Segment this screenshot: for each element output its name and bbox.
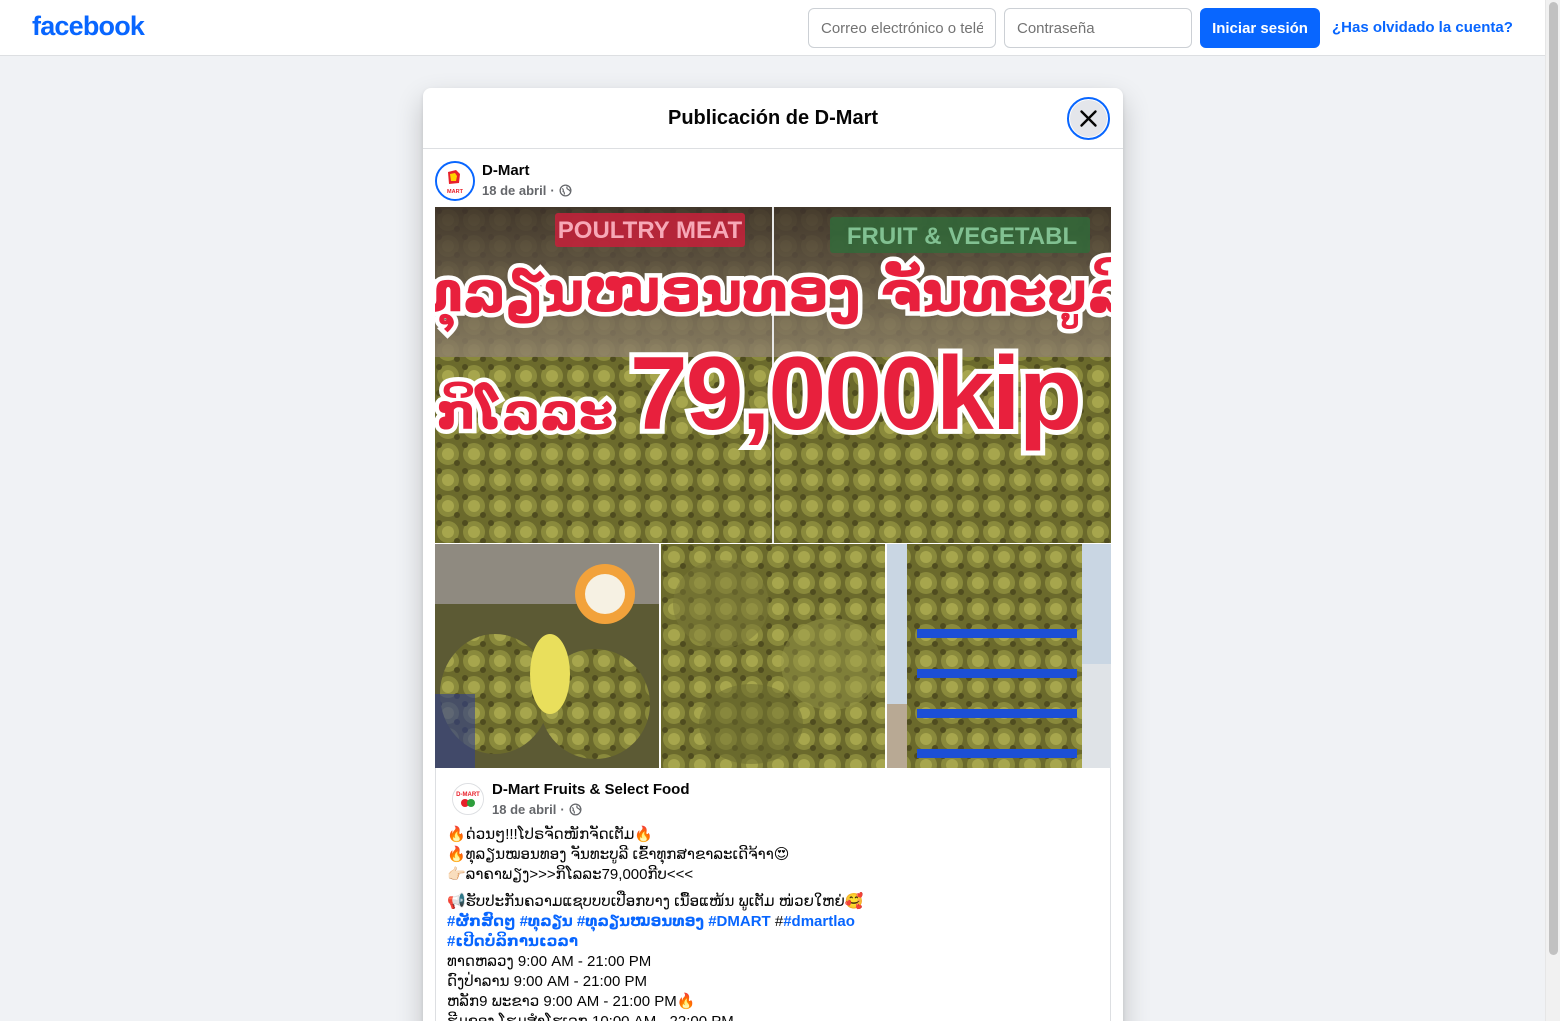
close-button[interactable] [1067, 97, 1110, 140]
globe-icon [559, 184, 572, 197]
facebook-logo[interactable]: facebook [32, 11, 145, 42]
svg-text:FRUIT & VEGETABL: FRUIT & VEGETABL [847, 223, 1077, 250]
top-navigation-bar: facebook Iniciar sesión ¿Has olvidado la… [0, 0, 1545, 56]
close-icon [1080, 110, 1097, 127]
post-text-line: 🔥ດ່ວນໆ!!!ໂປຣຈັດໜັກຈັດເຕັມ🔥 [447, 826, 654, 843]
hashtag-row: #ຜັກສົດໆ #ທຸລຽນ #ທຸລຽນໝອນທອງ #DMART ##dm… [447, 912, 855, 930]
dmart-fruits-logo: D-MART [453, 784, 483, 814]
login-button[interactable]: Iniciar sesión [1200, 8, 1320, 48]
meta-separator: · [560, 802, 565, 817]
hashtag-link[interactable]: #ທຸລຽນ [520, 913, 573, 930]
dmart-logo: MART [437, 163, 473, 199]
meta-separator: · [550, 183, 555, 198]
email-field[interactable] [808, 8, 996, 48]
hours-line: ທາດຫລວງ 9:00 AM - 21:00 PM [447, 953, 652, 970]
durian-truck-image [887, 544, 1111, 768]
durian-pile-image [661, 544, 885, 768]
hash-symbol: # [774, 913, 784, 930]
svg-text:POULTRY MEAT: POULTRY MEAT [558, 217, 743, 244]
hashtag-link[interactable]: #DMART [708, 913, 771, 930]
shared-post-author[interactable]: D-Mart Fruits & Select Food [492, 781, 690, 798]
shared-post-date[interactable]: 18 de abril [492, 802, 556, 817]
photo-durian-scale[interactable] [435, 544, 659, 768]
globe-icon [569, 803, 582, 816]
post-meta: 18 de abril · [482, 183, 572, 198]
post-author[interactable]: D-Mart [482, 162, 530, 179]
svg-text:79,000kip: 79,000kip [630, 336, 1080, 452]
hashtag-link[interactable]: #dmartlao [783, 913, 855, 930]
banner-photo[interactable]: POULTRY MEAT FRUIT & VEGETABL ທຸລຽນໝອນທອ… [435, 207, 1111, 543]
hours-line: ດົງປ່າລານ 9:00 AM - 21:00 PM [447, 973, 648, 990]
scrollbar-thumb[interactable] [1549, 2, 1558, 955]
durian-with-scale-image [435, 544, 659, 768]
svg-text:D-MART: D-MART [456, 792, 480, 798]
hashtag-row: #ເປີດບໍລິການເວລາ [447, 932, 578, 950]
post-text-line: 👉🏻ລາຄາພຽງ>>>ກິໂລລະ79,000ກີບ<<< [447, 866, 694, 883]
svg-text:ທຸລຽນໝອນທອງ ຈັນທະບູລີ: ທຸລຽນໝອນທອງ ຈັນທະບູລີ [435, 256, 1111, 334]
post-date[interactable]: 18 de abril [482, 183, 546, 198]
shared-page-avatar[interactable]: D-MART [452, 783, 484, 815]
hours-line: ຮີມຂອງ ໂຮມສໍາໂຮເລກ 10:00 AM - 22:00 PM [447, 1012, 734, 1021]
dialog-header: Publicación de D-Mart [423, 88, 1123, 149]
password-field[interactable] [1004, 8, 1192, 48]
durian-promo-banner: POULTRY MEAT FRUIT & VEGETABL ທຸລຽນໝອນທອ… [435, 207, 1111, 543]
post-text-line: 🔥ທຸລຽນໝອນທອງ ຈັນທະບູລີ ເຂົ້າທຸກສາຂາລະເດີ… [447, 846, 790, 863]
post-text-line: 📢ຮັບປະກັນຄວາມແຊບບບເປືອກບາງ ເນື້ອແໜ້ນ ພູເ… [447, 893, 864, 910]
page-scrollbar[interactable] [1545, 0, 1560, 1021]
hours-line: ຫລັກ9 ພະຂາວ 9:00 AM - 21:00 PM🔥 [447, 993, 696, 1010]
post-dialog: Publicación de D-Mart MART D-Mart 18 de … [423, 88, 1123, 1021]
shared-post-meta: 18 de abril · [492, 802, 582, 817]
svg-text:MART: MART [447, 189, 464, 195]
hashtag-link[interactable]: #ຜັກສົດໆ [447, 913, 515, 930]
page-avatar[interactable]: MART [435, 161, 475, 201]
svg-text:ກິໂລລະ: ກິໂລລະ [437, 381, 614, 441]
hashtag-link[interactable]: #ເປີດບໍລິການເວລາ [447, 933, 578, 950]
photo-durian-pile[interactable] [661, 544, 885, 768]
forgot-account-link[interactable]: ¿Has olvidado la cuenta? [1332, 19, 1513, 36]
dialog-title: Publicación de D-Mart [667, 107, 879, 129]
hashtag-link[interactable]: #ທຸລຽນໝອນທອງ [577, 913, 704, 930]
photo-durian-truck[interactable] [887, 544, 1111, 768]
